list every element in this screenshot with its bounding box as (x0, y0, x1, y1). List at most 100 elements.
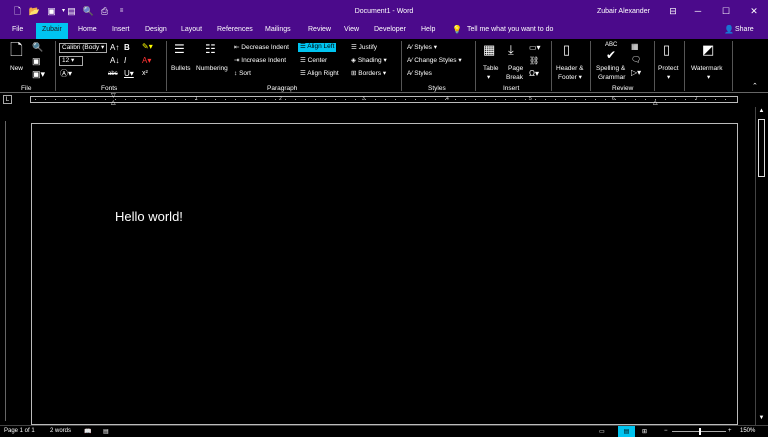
tab-home[interactable]: Home (78, 26, 97, 33)
bullets-icon[interactable]: ☰ (174, 43, 185, 55)
watermark-dropdown-icon[interactable]: ▾ (707, 74, 710, 82)
break-label[interactable]: Break (506, 74, 523, 82)
shrink-font-icon[interactable]: A↓ (110, 57, 119, 65)
link-icon[interactable]: ⛓ (529, 57, 539, 65)
symbol-icon[interactable]: Ω▾ (529, 70, 539, 78)
styles-button[interactable]: A⁄ Styles ▾ (407, 44, 437, 52)
table-icon[interactable]: ▦ (483, 43, 495, 56)
font-color-icon[interactable]: A▾ (142, 57, 151, 65)
print-layout-icon[interactable]: ▤ (618, 426, 635, 437)
protect-dropdown-icon[interactable]: ▾ (667, 74, 670, 82)
footer-label[interactable]: Footer ▾ (558, 74, 582, 82)
tab-mailings[interactable]: Mailings (265, 26, 291, 33)
vertical-ruler-strip[interactable] (5, 121, 9, 421)
tab-help[interactable]: Help (421, 26, 435, 33)
tell-me-box[interactable]: Tell me what you want to do (467, 26, 553, 33)
tab-design[interactable]: Design (145, 26, 167, 33)
macro-icon[interactable]: ▤ (103, 428, 109, 435)
protect-icon[interactable]: ▯ (663, 43, 670, 56)
zoom-level[interactable]: 150% (740, 428, 755, 434)
tab-zubair[interactable]: Zubair (36, 23, 68, 39)
word-count[interactable]: 2 words (50, 428, 71, 434)
header-label[interactable]: Header & (556, 65, 583, 73)
header-footer-icon[interactable]: ▯ (563, 43, 570, 56)
spelling-label[interactable]: Spelling & (596, 65, 625, 73)
scroll-thumb[interactable] (758, 119, 765, 177)
tab-insert[interactable]: Insert (112, 26, 130, 33)
center-button[interactable]: ☰ Center (300, 57, 327, 65)
zoom-in-icon[interactable]: + (728, 428, 732, 434)
tab-selector-icon[interactable]: L (3, 95, 12, 104)
sort-button[interactable]: ↕ Sort (234, 70, 251, 78)
comment-icon[interactable]: 🗨 (631, 56, 641, 64)
bullets-button[interactable]: Bullets (171, 65, 191, 73)
increase-indent-button[interactable]: ⇥ Increase Indent (234, 57, 286, 65)
borders-button[interactable]: ⊞ Borders ▾ (351, 70, 386, 78)
numbering-button[interactable]: Numbering (196, 65, 228, 73)
grow-font-icon[interactable]: A↑ (110, 44, 119, 52)
justify-button[interactable]: ☰ Justify (351, 44, 377, 52)
font-name-select[interactable]: Calibri (Body ▾ (59, 43, 107, 53)
tab-view[interactable]: View (344, 26, 359, 33)
zoom-out-icon[interactable]: − (664, 428, 668, 434)
print-preview-icon[interactable]: 🔍 (32, 43, 43, 52)
picture-icon[interactable]: ▭▾ (529, 44, 541, 52)
lightbulb-icon[interactable]: 💡 (452, 25, 462, 34)
tab-review[interactable]: Review (308, 26, 331, 33)
superscript-icon[interactable]: x² (142, 70, 148, 77)
zoom-slider-thumb[interactable] (699, 428, 701, 435)
tab-developer[interactable]: Developer (374, 26, 406, 33)
vertical-scrollbar[interactable]: ▲ ▼ (755, 107, 767, 425)
change-styles-button[interactable]: A⁄ Change Styles ▾ (407, 57, 462, 65)
document-page[interactable]: Hello world! (31, 123, 738, 425)
tab-layout[interactable]: Layout (181, 26, 202, 33)
ruler-strip[interactable]: ▽ △ △ (30, 93, 738, 106)
collapse-ribbon-icon[interactable]: ⌃ (752, 83, 758, 90)
maximize-icon[interactable]: ☐ (718, 4, 734, 18)
page-label[interactable]: Page (508, 65, 523, 73)
table-button[interactable]: Table (483, 65, 499, 73)
align-right-button[interactable]: ☰ Align Right (300, 70, 339, 78)
align-left-button[interactable]: ☰ Align Left (298, 43, 337, 52)
web-layout-icon[interactable]: ⊞ (642, 428, 647, 435)
track-changes-icon[interactable]: ▷▾ (631, 69, 641, 77)
new-document-icon[interactable]: 🗋 (10, 43, 23, 59)
highlight-icon[interactable]: ✎▾ (142, 43, 153, 51)
font-size-select[interactable]: 12 ▾ (59, 56, 83, 66)
italic-icon[interactable]: I (124, 57, 126, 65)
checkmark-icon[interactable]: ✔ (606, 49, 616, 61)
strikethrough-icon[interactable]: abc (108, 71, 118, 77)
tab-file[interactable]: File (12, 26, 23, 33)
scroll-up-icon[interactable]: ▲ (757, 108, 766, 114)
share-button[interactable]: Share (735, 26, 754, 33)
word-count-icon[interactable]: ▦ (631, 43, 639, 51)
close-icon[interactable]: ✕ (746, 4, 762, 18)
shading-button[interactable]: ◈ Shading ▾ (351, 57, 387, 65)
text-effects-icon[interactable]: Ⓐ▾ (60, 70, 72, 78)
styles-pane-button[interactable]: A⁄ Styles (407, 70, 432, 78)
bold-icon[interactable]: B (124, 44, 130, 52)
numbering-icon[interactable]: ☷ (205, 43, 216, 55)
save-icon[interactable]: ▣ (32, 57, 41, 66)
save-as-icon[interactable]: ▣▾ (32, 70, 45, 79)
hanging-indent-icon[interactable]: △ (111, 100, 116, 106)
page-break-icon[interactable]: ⤓ (508, 43, 514, 56)
decrease-indent-button[interactable]: ⇤ Decrease Indent (234, 44, 289, 52)
table-dropdown-icon[interactable]: ▾ (487, 74, 490, 82)
underline-icon[interactable]: U▾ (124, 70, 134, 78)
protect-button[interactable]: Protect (658, 65, 679, 73)
page-count[interactable]: Page 1 of 1 (4, 428, 35, 434)
scroll-down-icon[interactable]: ▼ (757, 415, 766, 421)
tab-references[interactable]: References (217, 26, 253, 33)
watermark-icon[interactable]: ◩ (702, 43, 714, 56)
new-button[interactable]: New (10, 65, 23, 73)
document-text[interactable]: Hello world! (115, 209, 183, 224)
minimize-icon[interactable]: ─ (690, 4, 706, 18)
ribbon-display-icon[interactable]: ⊟ (665, 4, 681, 18)
right-indent-icon[interactable]: △ (653, 100, 658, 106)
share-icon[interactable]: 👤 (724, 25, 734, 34)
watermark-button[interactable]: Watermark (691, 65, 723, 73)
user-name[interactable]: Zubair Alexander (597, 8, 650, 15)
proofing-icon[interactable]: 📖 (84, 428, 91, 435)
grammar-label[interactable]: Grammar (598, 74, 625, 82)
